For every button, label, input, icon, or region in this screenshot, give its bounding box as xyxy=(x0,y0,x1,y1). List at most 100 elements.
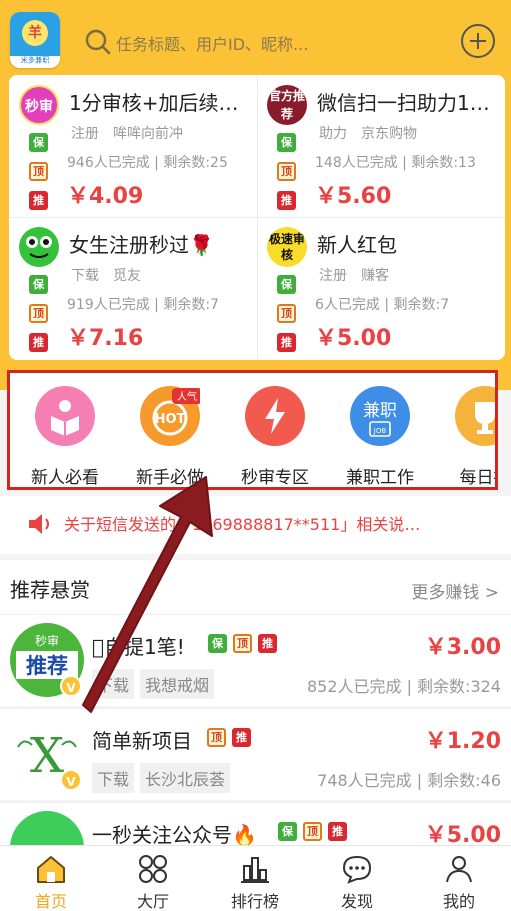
recommend-badge: 推 xyxy=(232,728,251,747)
item-title:  自提1笔! xyxy=(92,635,185,659)
top-badge: 顶 xyxy=(303,822,322,841)
task-title: 1分审核+加后续… xyxy=(69,91,239,115)
thumb-text: 推荐 xyxy=(26,654,68,678)
guarantee-badge: 保 xyxy=(277,133,296,152)
popular-tag: 人气 xyxy=(177,390,197,403)
item-stat: 748人已完成 | 剩余数:46 xyxy=(317,771,501,790)
task-avatar: 官方推荐 xyxy=(267,85,307,125)
bar-chart-icon xyxy=(241,857,269,883)
task-title: 微信扫一扫助力1… xyxy=(317,91,490,115)
top-badge: 顶 xyxy=(277,162,296,181)
item-price: ￥3.00 xyxy=(424,635,501,660)
recommend-badge: 推 xyxy=(29,191,48,210)
tab-label: 我的 xyxy=(442,892,475,911)
task-card[interactable]: 保 顶 推 女生注册秒过🌹 下载 觅友 919人已完成 | 剩余数:7 ￥7.16 xyxy=(9,217,257,359)
grid-icon xyxy=(139,855,167,883)
top-badge: 顶 xyxy=(233,634,252,653)
tab-label: 大厅 xyxy=(136,892,169,911)
task-owner: 赚客 xyxy=(361,268,389,284)
hot-icon-text: HOT xyxy=(155,412,186,427)
task-stat: 946人已完成 | 剩余数:25 xyxy=(67,155,228,171)
task-tag: 下载 xyxy=(71,268,99,284)
top-badge: 顶 xyxy=(277,304,296,323)
task-title: 女生注册秒过🌹 xyxy=(69,233,214,257)
recommend-badge: 推 xyxy=(29,333,48,352)
verified-badge: V xyxy=(60,675,82,697)
item-title: 简单新项目 xyxy=(92,729,192,753)
search-input[interactable]: 任务标题、用户ID、昵称... xyxy=(82,26,442,58)
quick-entry-label: 兼职工作 xyxy=(346,468,414,488)
task-stat: 148人已完成 | 剩余数:13 xyxy=(315,155,476,171)
quick-entry-label: 秒审专区 xyxy=(241,468,309,488)
quick-entry-fast-review[interactable]: 秒审专区 xyxy=(220,383,330,487)
app-logo[interactable]: 羊 米多兼职 xyxy=(10,12,60,68)
task-tag: 助力 xyxy=(319,126,347,142)
tab-mine[interactable]: 我的 xyxy=(408,846,510,911)
quick-entry-newbie-tasks[interactable]: HOT 人气 新手必做 xyxy=(115,383,225,487)
more-link[interactable]: 更多赚钱 > xyxy=(411,578,499,603)
bottom-tab-bar: 首页 大厅 排行榜 发现 我的 xyxy=(0,845,511,911)
item-tag: 下载 xyxy=(92,763,135,793)
item-owner: 长沙北辰荟 xyxy=(140,763,231,793)
lightning-icon xyxy=(245,386,305,446)
task-owner: 觅友 xyxy=(113,268,141,284)
sheep-icon: 羊 xyxy=(22,20,48,46)
job-icon-sub: JOB xyxy=(373,427,387,435)
task-card[interactable]: 极速审核 保 顶 推 新人红包 注册 赚客 6人已完成 | 剩余数:7 ￥5.00 xyxy=(257,217,505,359)
task-price: ￥7.16 xyxy=(67,326,144,351)
recommend-badge: 推 xyxy=(258,634,277,653)
recommend-badge: 推 xyxy=(277,191,296,210)
guarantee-badge: 保 xyxy=(277,275,296,294)
quick-entry-row: 新人必看 HOT 人气 新手必做 秒审专区 兼职 JOB 兼职工作 每日播 xyxy=(7,370,498,490)
guarantee-badge: 保 xyxy=(29,133,48,152)
user-icon xyxy=(446,856,472,883)
list-item[interactable]: X V 简单新项目 顶推 ￥1.20 下载 长沙北辰荟 748人已完成 | 剩余数… xyxy=(0,708,511,800)
task-stat: 919人已完成 | 剩余数:7 xyxy=(67,297,219,313)
hot-icon: HOT 人气 xyxy=(140,386,202,446)
guarantee-badge: 保 xyxy=(278,822,297,841)
task-stat: 6人已完成 | 剩余数:7 xyxy=(315,297,450,313)
tab-home[interactable]: 首页 xyxy=(0,846,102,911)
recommend-badge: 推 xyxy=(277,333,296,352)
tab-label: 发现 xyxy=(340,892,373,911)
top-badge: 顶 xyxy=(207,728,226,747)
trophy-icon xyxy=(455,386,495,446)
item-owner: 我想戒烟 xyxy=(140,669,215,699)
book-icon xyxy=(35,386,95,446)
notice-bar[interactable]: 关于短信发送的「1069888817**511」相关说… xyxy=(0,496,511,554)
top-badge: 顶 xyxy=(29,304,48,323)
task-tag: 注册 xyxy=(71,126,99,142)
item-stat: 852人已完成 | 剩余数:324 xyxy=(306,677,501,696)
task-card[interactable]: 秒审 保 顶 推 1分审核+加后续… 注册 哞哞向前冲 946人已完成 | 剩余数… xyxy=(9,75,257,217)
item-title: 一秒关注公众号🔥 xyxy=(92,823,257,847)
tab-hall[interactable]: 大厅 xyxy=(102,846,204,911)
item-tag: 下载 xyxy=(92,669,135,699)
list-item[interactable]: 秒审 推荐 V  自提1笔! 保顶推 ￥3.00 下载 我想戒烟 852人已完成 … xyxy=(0,614,511,706)
search-icon xyxy=(85,29,111,55)
quick-entry-label: 新人必看 xyxy=(31,468,99,488)
recommend-header: 推荐悬赏 更多赚钱 > xyxy=(0,560,511,614)
item-price: ￥1.20 xyxy=(424,729,501,754)
task-avatar: 秒审 xyxy=(19,85,59,125)
top-task-grid: 秒审 保 顶 推 1分审核+加后续… 注册 哞哞向前冲 946人已完成 | 剩余数… xyxy=(9,75,505,360)
tab-discover[interactable]: 发现 xyxy=(306,846,408,911)
job-icon: 兼职 JOB xyxy=(350,386,410,446)
quick-entry-daily[interactable]: 每日播 xyxy=(430,383,496,488)
task-tag: 注册 xyxy=(319,268,347,284)
plus-circle-icon[interactable] xyxy=(461,24,495,58)
tab-label: 排行榜 xyxy=(230,892,279,911)
notice-text: 关于短信发送的「1069888817**511」相关说… xyxy=(64,515,421,534)
quick-entry-label: 每日播 xyxy=(459,468,496,488)
recommend-badge: 推 xyxy=(328,822,347,841)
tab-ranking[interactable]: 排行榜 xyxy=(204,846,306,911)
quick-entry-part-time-jobs[interactable]: 兼职 JOB 兼职工作 xyxy=(325,383,435,487)
frog-avatar-icon xyxy=(19,227,59,267)
chat-bubble-icon xyxy=(342,855,372,884)
top-badge: 顶 xyxy=(29,162,48,181)
task-card[interactable]: 官方推荐 保 顶 推 微信扫一扫助力1… 助力 京东购物 148人已完成 | 剩余… xyxy=(257,75,505,217)
guarantee-badge: 保 xyxy=(29,275,48,294)
home-icon xyxy=(37,856,65,883)
quick-entry-newbie-guide[interactable]: 新人必看 xyxy=(10,383,120,487)
guarantee-badge: 保 xyxy=(208,634,227,653)
task-owner: 哞哞向前冲 xyxy=(113,126,183,142)
